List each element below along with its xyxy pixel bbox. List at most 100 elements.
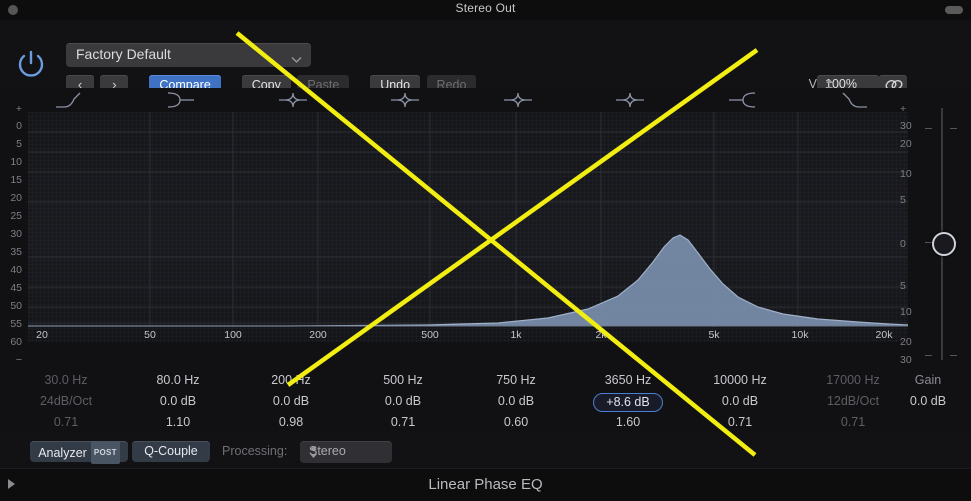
freq-tick-2k: 2k [595, 329, 607, 341]
band-3-frequency[interactable]: 200 Hz [231, 370, 351, 391]
axis-left-60: 60 [10, 336, 22, 348]
axis-left-30: 30 [10, 228, 22, 240]
window-pill-control[interactable] [945, 6, 963, 14]
axis-left-50: 50 [10, 300, 22, 312]
up-down-stepper-icon [309, 445, 384, 462]
processing-mode-selector[interactable]: Stereo [300, 441, 392, 463]
freq-tick-50: 50 [144, 329, 156, 341]
master-gain-label: Gain [914, 373, 942, 387]
analyzer-label: Analyzer [38, 446, 87, 460]
axis-right-m30: 30 [900, 354, 912, 366]
band-params-6: 3650 Hz +8.6 dB 1.60 [568, 370, 688, 433]
band-7-frequency[interactable]: 10000 Hz [680, 370, 800, 391]
axis-right-m10: 10 [900, 306, 912, 318]
band-icon-bell-3[interactable] [263, 88, 323, 112]
axis-left-plus: + [15, 103, 22, 115]
band-2-gain[interactable]: 0.0 dB [118, 391, 238, 412]
band-4-frequency[interactable]: 500 Hz [343, 370, 463, 391]
freq-tick-10k: 10k [791, 329, 809, 341]
footer-bar: Linear Phase EQ [0, 468, 971, 501]
band-5-frequency[interactable]: 750 Hz [456, 370, 576, 391]
master-gain-slider-handle[interactable] [932, 232, 956, 256]
power-icon[interactable] [14, 47, 48, 81]
gain-tick-bot-right [950, 355, 957, 356]
band-params-4: 500 Hz 0.0 dB 0.71 [343, 370, 463, 433]
axis-left-0: 0 [16, 120, 22, 132]
band-6-q[interactable]: 1.60 [568, 412, 688, 433]
plugin-name: Linear Phase EQ [428, 476, 543, 493]
gain-tick-bot-left [925, 355, 932, 356]
axis-right-0: 0 [900, 238, 906, 250]
band-icon-low-shelf-2[interactable] [150, 88, 210, 112]
band-1-slope[interactable]: 24dB/Oct [6, 391, 126, 412]
band-8-q[interactable]: 0.71 [793, 412, 913, 433]
master-gain-value[interactable]: 0.0 dB [891, 391, 965, 412]
band-7-gain[interactable]: 0.0 dB [680, 391, 800, 412]
freq-tick-20k: 20k [875, 329, 893, 341]
title-bar: Stereo Out [0, 0, 971, 20]
axis-left-5: 5 [16, 138, 22, 150]
band-2-q[interactable]: 1.10 [118, 412, 238, 433]
gain-tick-mid-left [925, 242, 932, 243]
band-3-q[interactable]: 0.98 [231, 412, 351, 433]
chevron-down-icon [291, 51, 302, 69]
axis-left-35: 35 [10, 246, 22, 258]
eq-display: 20 50 100 200 500 1k 2k 5k 10k 20k [0, 88, 971, 370]
band-5-q[interactable]: 0.60 [456, 412, 576, 433]
eq-db-axis-right: + 30 20 10 5 0 5 10 20 30 − [898, 100, 928, 384]
axis-left-15: 15 [10, 174, 22, 186]
band-4-gain[interactable]: 0.0 dB [343, 391, 463, 412]
band-6-frequency[interactable]: 3650 Hz [568, 370, 688, 391]
band-parameter-rows: 30.0 Hz 24dB/Oct 0.71 80.0 Hz 0.0 dB 1.1… [0, 370, 971, 434]
band-1-frequency[interactable]: 30.0 Hz [6, 370, 126, 391]
axis-left-25: 25 [10, 210, 22, 222]
band-2-frequency[interactable]: 80.0 Hz [118, 370, 238, 391]
master-gain-column: Gain 0.0 dB [891, 370, 965, 412]
plugin-window: Stereo Out Factory Default ‹ › Compare C… [0, 0, 971, 501]
gain-tick-top-left [925, 128, 932, 129]
preset-name: Factory Default [76, 46, 171, 62]
axis-left-55: 55 [10, 318, 22, 330]
band-3-gain[interactable]: 0.0 dB [231, 391, 351, 412]
analyzer-mode-badge[interactable]: POST [90, 441, 120, 464]
gain-tick-top-right [950, 128, 957, 129]
axis-left-minus: − [15, 354, 22, 366]
band-icon-high-shelf-7[interactable] [713, 88, 773, 112]
axis-right-10: 10 [900, 168, 912, 180]
q-couple-button[interactable]: Q-Couple [132, 441, 210, 462]
axis-right-m5: 5 [900, 280, 906, 292]
eq-curve-svg [28, 112, 908, 327]
toolbar: Factory Default ‹ › Compare Copy Paste U… [0, 20, 971, 95]
freq-tick-1k: 1k [510, 329, 522, 341]
axis-left-45: 45 [10, 282, 22, 294]
band-5-gain[interactable]: 0.0 dB [456, 391, 576, 412]
axis-left-20: 20 [10, 192, 22, 204]
band-icon-highpass-1[interactable] [38, 88, 98, 112]
preset-selector[interactable]: Factory Default [66, 43, 311, 67]
band-6-gain[interactable]: +8.6 dB [593, 393, 663, 412]
band-4-q[interactable]: 0.71 [343, 412, 463, 433]
band-icon-bell-5[interactable] [488, 88, 548, 112]
freq-tick-500: 500 [421, 329, 439, 341]
freq-tick-5k: 5k [708, 329, 720, 341]
band-icon-row [28, 88, 908, 112]
band-icon-lowpass-8[interactable] [825, 88, 885, 112]
band-1-q[interactable]: 0.71 [6, 412, 126, 433]
analyzer-db-axis-left: + 0 5 10 15 20 25 30 35 40 45 50 55 60 − [0, 100, 26, 382]
band-params-5: 750 Hz 0.0 dB 0.60 [456, 370, 576, 433]
analyzer-button[interactable]: Analyzer POST [30, 441, 128, 464]
freq-tick-100: 100 [224, 329, 242, 341]
band-7-q[interactable]: 0.71 [680, 412, 800, 433]
band-icon-bell-6[interactable] [600, 88, 660, 112]
bottom-bar: Analyzer POST Q-Couple Processing: Stereo [0, 434, 971, 468]
eq-graph[interactable] [28, 112, 908, 342]
axis-left-10: 10 [10, 156, 22, 168]
freq-tick-20: 20 [36, 329, 48, 341]
band-params-1: 30.0 Hz 24dB/Oct 0.71 [6, 370, 126, 433]
axis-right-plus: + [900, 103, 907, 115]
axis-right-5: 5 [900, 194, 906, 206]
band-icon-bell-4[interactable] [375, 88, 435, 112]
